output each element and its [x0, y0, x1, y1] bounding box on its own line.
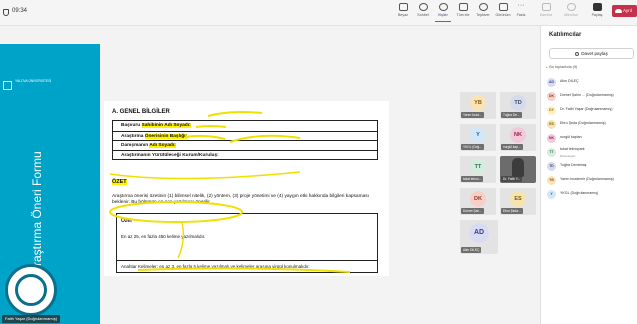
leave-button[interactable]: Ayrıl [612, 5, 637, 17]
raise-hand-button[interactable]: Tüm ele [452, 3, 474, 17]
participant-list: AD Alim DİLEÇ DK Dornet Şahin ... (Doğru… [545, 76, 637, 202]
keywords-row: Anahtar Kelimeler: en az 3, en fazla 5 k… [117, 260, 377, 272]
list-item[interactable]: NK nurgül kaplan [545, 132, 637, 146]
hang-up-icon [615, 9, 622, 13]
avatar: ES [547, 120, 556, 129]
participants-panel: Katılımcılar Davet paylaş ⌄ Bu toplantıd… [540, 26, 637, 324]
university-logo-icon [3, 81, 12, 90]
whiteboard-icon [398, 3, 408, 11]
share-invite-icon [575, 52, 580, 56]
participant-tile[interactable]: YB Yaren bozd... [460, 92, 496, 119]
chat-icon [418, 3, 428, 11]
participant-tile[interactable]: Y YKGL (Doğ... [460, 124, 496, 151]
view-icon [498, 3, 508, 11]
participant-tile[interactable]: TT tokat tekno... [460, 156, 496, 183]
participant-tile[interactable]: DK Dornet Şah... [460, 188, 496, 215]
summary-instructions: Araştırma önerisi özetinin (1) bilimsel … [112, 194, 369, 205]
in-meeting-section-header[interactable]: ⌄ Bu toplantıda (9) [545, 64, 577, 69]
shared-document: A. GENEL BİLGİLER Başvuru Sahibinin Adı … [104, 101, 389, 276]
summary-box: Özet En az 25, en fazla 450 kelime yazıl… [116, 213, 378, 273]
table-row: Başvuru Sahibinin Adı Soyadı: [121, 123, 191, 128]
list-item[interactable]: DK Dornet Şahin ... (Doğrulanmamış) [545, 90, 637, 104]
panel-title: Katılımcılar [549, 32, 582, 38]
list-item[interactable]: AD Alim DİLEÇ [545, 76, 637, 90]
list-item[interactable]: TD Tuğba Demirbaş [545, 160, 637, 174]
avatar: AD [547, 78, 556, 87]
share-screen-icon [592, 3, 602, 11]
whiteboard-button[interactable]: Beyaz [392, 3, 414, 17]
presenter-name-tag: Fatih Yaşar (Doğrulanmamış) [2, 315, 61, 323]
mic-button[interactable]: Mikrofon [560, 3, 582, 17]
people-button[interactable]: Kişiler [432, 3, 454, 22]
table-row: Araştırma Önerisinin Başlığı: [113, 130, 377, 141]
chat-button[interactable]: Sohbet [412, 3, 434, 17]
meeting-toolbar: 09:34 Beyaz Sohbet Kişiler Tüm ele Tepki… [0, 0, 637, 26]
avatar: NK [547, 134, 556, 143]
participant-tile[interactable]: ES Ebru Şeda... [500, 188, 536, 215]
table-row: Danışmanın Adı Soyadı: [113, 140, 377, 150]
list-item[interactable]: Y YKGL (Doğrulanmamış) [545, 188, 637, 202]
more-icon: ··· [517, 2, 525, 9]
more-button[interactable]: ··· Fazla [510, 2, 532, 17]
participant-tile[interactable]: AD Alim DİLEÇ [460, 220, 498, 254]
table-row: Araştırmanın Yürütüleceği Kurum/Kuruluş: [113, 149, 377, 160]
participant-video-tile[interactable]: Dr. Fatih Y... [500, 156, 536, 183]
people-icon [438, 3, 448, 11]
react-icon [478, 3, 488, 11]
general-info-table: Başvuru Sahibinin Adı Soyadı: Araştırma … [112, 120, 378, 160]
university-emblem-icon [5, 264, 57, 316]
leave-label: Ayrıl [623, 8, 632, 13]
avatar: DY [547, 106, 556, 115]
avatar: YB [547, 176, 556, 185]
meeting-timer: 09:34 [12, 8, 28, 14]
react-button[interactable]: Tepkiver [472, 3, 494, 17]
list-item[interactable]: YB Yaren bozdemir (Doğrulanmamış) [545, 174, 637, 188]
participant-tile[interactable]: NK nurgül kap... [500, 124, 536, 151]
summary-box-text: En az 25, en fazla 450 kelime yazılmalıd… [121, 234, 206, 239]
share-invite-button[interactable]: Davet paylaş [549, 48, 634, 59]
list-item[interactable]: TT tokat teknopark Düzenleyici [545, 146, 637, 160]
share-screen-button[interactable]: Paylaş [586, 3, 608, 17]
summary-box-title: Özet [121, 218, 132, 224]
avatar: Y [547, 190, 556, 199]
shared-content-stage: YALOVA ÜNİVERSİTESİ Araştırma Öneri Form… [0, 26, 540, 324]
video-feed [512, 158, 524, 177]
shield-icon [3, 9, 9, 16]
raise-hand-icon [458, 3, 468, 11]
role-label: Düzenleyici [560, 154, 576, 158]
slide-vertical-title: Araştırma Öneri Formu [30, 151, 44, 274]
list-item[interactable]: DY Dr. Fatih Yaşar (Doğrulanmamış) [545, 104, 637, 118]
camera-icon [541, 3, 551, 11]
participant-tile[interactable]: TD Tuğba De... [500, 92, 536, 119]
university-name: YALOVA ÜNİVERSİTESİ [15, 79, 52, 83]
list-item[interactable]: ES Ebru Şeda (Doğrulanmamış) [545, 118, 637, 132]
mic-icon [566, 3, 576, 11]
avatar: TT [547, 148, 556, 157]
avatar: DK [547, 92, 556, 101]
teams-meeting-window: 09:34 Beyaz Sohbet Kişiler Tüm ele Tepki… [0, 0, 637, 324]
summary-title: ÖZET [112, 179, 127, 185]
section-title: A. GENEL BİLGİLER [112, 109, 170, 115]
avatar: TD [547, 162, 556, 171]
camera-button[interactable]: Kamera [535, 3, 557, 17]
